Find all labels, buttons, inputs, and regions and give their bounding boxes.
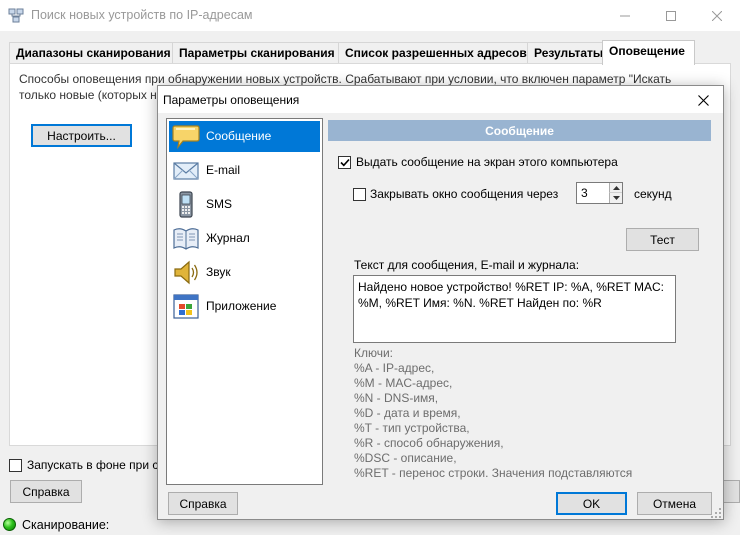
close-after-checkbox[interactable]: [353, 188, 366, 201]
test-button[interactable]: Тест: [626, 228, 699, 251]
category-item-sms[interactable]: SMS: [169, 189, 320, 220]
close-icon: [712, 10, 722, 21]
category-item-log[interactable]: Журнал: [169, 223, 320, 254]
keys-line: %T - тип устройства,: [354, 421, 470, 435]
keys-line: %N - DNS-имя,: [354, 391, 439, 405]
speaker-icon: [174, 260, 198, 285]
run-in-background-checkbox[interactable]: [9, 459, 22, 472]
status-led-icon: [3, 518, 16, 531]
network-devices-icon: [8, 8, 24, 23]
maximize-icon: [666, 10, 676, 21]
seconds-label: секунд: [634, 187, 672, 201]
minimize-button[interactable]: [602, 0, 648, 31]
keys-legend: Ключи: %A - IP-адрес, %M - MAC-адрес, %N…: [354, 346, 684, 481]
main-help-button[interactable]: Справка: [10, 480, 82, 503]
dialog-help-button[interactable]: Справка: [168, 492, 238, 515]
keys-line: %M - MAC-адрес,: [354, 376, 453, 390]
mobile-phone-icon: [179, 191, 193, 218]
keys-line: %D - дата и время,: [354, 406, 461, 420]
message-text-label: Текст для сообщения, E-mail и журнала:: [354, 258, 580, 272]
category-label: Сообщение: [206, 129, 272, 143]
tab-notification[interactable]: Оповещение: [602, 40, 695, 65]
arrow-up-icon: [612, 185, 620, 190]
category-label: Звук: [206, 265, 231, 279]
category-item-message[interactable]: Сообщение: [169, 121, 320, 152]
tab-strip: Диапазоны сканирования Параметры сканиро…: [9, 40, 731, 65]
category-label: E-mail: [206, 163, 241, 177]
resize-grip-icon[interactable]: [711, 508, 721, 518]
category-item-application[interactable]: Приложение: [169, 291, 320, 322]
close-icon: [697, 94, 709, 106]
tab-scan-parameters[interactable]: Параметры сканирования: [172, 42, 339, 64]
main-titlebar[interactable]: Поиск новых устройств по IP-адресам: [0, 0, 740, 31]
category-item-sound[interactable]: Звук: [169, 257, 320, 288]
tab-allowed-addresses[interactable]: Список разрешенных адресов: [338, 42, 528, 64]
arrow-down-icon: [612, 196, 620, 200]
checkmark-icon: [339, 158, 350, 167]
seconds-spinbox[interactable]: 3: [576, 182, 623, 204]
application-window-icon: [173, 294, 199, 319]
keys-line: Ключи:: [354, 346, 394, 360]
dialog-title: Параметры оповещения: [163, 93, 300, 107]
cancel-button[interactable]: Отмена: [637, 492, 712, 515]
keys-line: %RET - перенос строки. Значения подставл…: [354, 466, 633, 480]
close-after-label: Закрывать окно сообщения через: [370, 187, 559, 201]
seconds-value: 3: [581, 186, 588, 200]
keys-line: %DSC - описание,: [354, 451, 457, 465]
configure-button[interactable]: Настроить...: [31, 124, 132, 147]
close-button[interactable]: [694, 0, 740, 31]
section-header: Сообщение: [328, 120, 711, 141]
window-title: Поиск новых устройств по IP-адресам: [31, 8, 253, 22]
spin-down-button[interactable]: [609, 193, 622, 203]
status-label: Сканирование:: [22, 518, 110, 532]
ok-button[interactable]: OK: [556, 492, 627, 515]
message-text-input[interactable]: Найдено новое устройство! %RET IP: %A, %…: [353, 275, 676, 343]
show-message-label: Выдать сообщение на экран этого компьюте…: [356, 155, 618, 169]
show-message-checkbox[interactable]: [338, 156, 351, 169]
dialog-close-button[interactable]: [692, 90, 714, 110]
log-book-icon: [173, 228, 199, 250]
keys-line: %R - способ обнаружения,: [354, 436, 504, 450]
category-item-email[interactable]: E-mail: [169, 155, 320, 186]
envelope-icon: [173, 162, 199, 180]
tab-scan-ranges[interactable]: Диапазоны сканирования: [9, 42, 173, 64]
keys-line: %A - IP-адрес,: [354, 361, 435, 375]
tab-results[interactable]: Результаты: [527, 42, 604, 64]
category-label: Журнал: [206, 231, 250, 245]
run-in-background-label: Запускать в фоне при ст: [27, 458, 164, 472]
dialog-titlebar[interactable]: Параметры оповещения: [158, 86, 723, 113]
notification-settings-dialog: Параметры оповещения Сообщение E-mail SM…: [157, 85, 724, 520]
speech-bubble-icon: [172, 125, 200, 150]
spin-up-button[interactable]: [609, 183, 622, 193]
minimize-icon: [620, 15, 630, 16]
category-label: SMS: [206, 197, 233, 211]
category-label: Приложение: [206, 299, 277, 313]
category-list: Сообщение E-mail SMS Журнал Звук Приложе…: [166, 118, 323, 485]
maximize-button[interactable]: [648, 0, 694, 31]
